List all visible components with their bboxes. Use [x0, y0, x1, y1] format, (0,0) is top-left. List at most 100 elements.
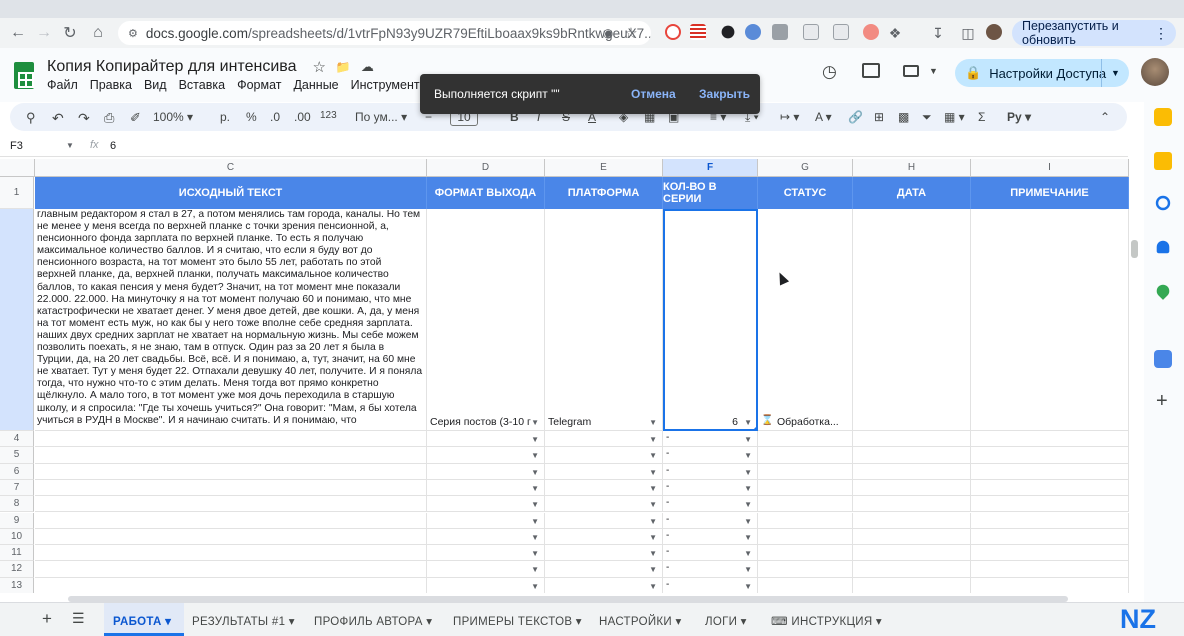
grid-cell[interactable]: ▼ [545, 447, 663, 464]
grid-cell[interactable] [35, 479, 427, 497]
grid-cell[interactable] [758, 447, 853, 464]
grid-cell[interactable] [758, 463, 853, 480]
collapse-toolbar-icon[interactable]: ⌃ [1100, 110, 1110, 124]
get-addons-plus-icon[interactable]: + [1156, 390, 1168, 413]
dropdown-icon[interactable]: ▼ [744, 484, 752, 493]
maps-icon[interactable] [1154, 282, 1172, 300]
grid-cell[interactable] [758, 577, 853, 593]
dropdown-icon[interactable]: ▼ [744, 582, 752, 591]
grid-cell[interactable] [758, 479, 853, 497]
row-num[interactable]: 6 [0, 463, 34, 480]
grid-cell[interactable] [35, 545, 427, 562]
number-format-button[interactable]: 123 [320, 110, 337, 121]
dropdown-icon[interactable]: ▼ [649, 468, 657, 477]
row-num[interactable]: 11 [0, 545, 34, 562]
sheet-tab-author-profile[interactable]: ПРОФИЛЬ АВТОРА ▾ [314, 614, 432, 628]
row-num[interactable]: 8 [0, 496, 34, 513]
paint-format-icon[interactable]: ✐ [130, 110, 141, 126]
increase-decimal-button[interactable]: .00 [294, 110, 311, 124]
dropdown-icon[interactable]: ▼ [744, 565, 752, 574]
dropdown-icon[interactable]: ▼ [531, 500, 539, 509]
reload-icon[interactable]: ↻ [60, 23, 80, 43]
dropdown-icon[interactable]: ▼ [649, 582, 657, 591]
header-source-text[interactable]: ИСХОДНЫЙ ТЕКСТ [35, 177, 427, 209]
col-header-c[interactable]: C [35, 159, 427, 177]
dropdown-icon[interactable]: ▼ [649, 484, 657, 493]
dropdown-icon[interactable]: ▼ [531, 484, 539, 493]
grid-cell[interactable] [853, 545, 971, 562]
forward-icon[interactable]: → [34, 23, 54, 43]
grid-cell[interactable]: - ▼ [663, 463, 758, 480]
grid-cell[interactable] [853, 528, 971, 546]
sidebar-toggle-icon[interactable]: ◫ [958, 23, 978, 43]
tasks-icon[interactable] [1155, 195, 1171, 211]
grid-cell[interactable] [971, 577, 1129, 593]
header-status[interactable]: СТАТУС [758, 177, 853, 209]
dropdown-icon[interactable]: ▼ [531, 451, 539, 460]
grid-cell[interactable]: ▼ [545, 545, 663, 562]
move-folder-icon[interactable]: 📁 [336, 60, 351, 74]
dropdown-icon[interactable]: ▼ [531, 565, 539, 574]
grid-cell[interactable] [971, 447, 1129, 464]
row-num[interactable]: 9 [0, 512, 34, 529]
dropdown-icon[interactable]: ▼ [744, 468, 752, 477]
percent-format-button[interactable]: % [246, 110, 257, 124]
insert-link-icon[interactable]: 🔗 [848, 110, 863, 124]
menu-edit[interactable]: Правка [90, 78, 132, 92]
header-output-format[interactable]: ФОРМАТ ВЫХОДА [427, 177, 545, 209]
header-platform[interactable]: ПЛАТФОРМА [545, 177, 663, 209]
header-date[interactable]: ДАТА [853, 177, 971, 209]
dropdown-icon[interactable]: ▼ [649, 451, 657, 460]
formula-input[interactable]: 6 [110, 140, 116, 152]
menu-format[interactable]: Формат [237, 78, 281, 92]
zoom-select[interactable]: 100% ▾ [153, 110, 193, 124]
menu-tools[interactable]: Инструменты [351, 78, 429, 92]
bookmark-star-icon[interactable]: ☆ [621, 23, 641, 43]
menu-data[interactable]: Данные [293, 78, 338, 92]
dropdown-icon[interactable]: ▼ [531, 468, 539, 477]
grid-cell[interactable] [971, 545, 1129, 562]
grid-cell[interactable] [35, 463, 427, 480]
sheet-tab-text-examples[interactable]: ПРИМЕРЫ ТЕКСТОВ ▾ [453, 614, 582, 628]
grid-cell[interactable] [35, 561, 427, 578]
grid-cell[interactable]: - ▼ [663, 479, 758, 497]
decrease-decimal-button[interactable]: .0 [270, 110, 280, 124]
dropdown-icon[interactable]: ▼ [744, 500, 752, 509]
sheet-tab-instruction[interactable]: ⌨ ИНСТРУКЦИЯ ▾ [771, 614, 882, 628]
header-note[interactable]: ПРИМЕЧАНИЕ [971, 177, 1129, 209]
comments-icon[interactable] [862, 63, 880, 78]
download-icon[interactable]: ↧ [928, 23, 948, 43]
col-header-i[interactable]: I [971, 159, 1129, 177]
name-box[interactable]: F3 [10, 140, 23, 152]
row-num[interactable]: 7 [0, 479, 34, 497]
share-button[interactable]: 🔒 Настройки Доступа ▼ [955, 59, 1129, 87]
sheet-tab-work[interactable]: РАБОТА ▾ [113, 614, 171, 628]
add-sheet-icon[interactable]: + [42, 609, 52, 629]
grid-cell[interactable]: ▼ [545, 577, 663, 593]
dropdown-icon[interactable]: ▼ [744, 451, 752, 460]
name-box-dropdown-icon[interactable]: ▼ [66, 141, 74, 150]
font-select[interactable]: По ум... ▾ [355, 110, 407, 124]
input-tools-icon[interactable]: Py ▾ [1007, 110, 1031, 124]
row-num[interactable]: 4 [0, 431, 34, 448]
cloud-status-icon[interactable]: ☁ [361, 59, 374, 75]
sheet-tab-results[interactable]: РЕЗУЛЬТАТЫ #1 ▾ [192, 614, 295, 628]
grid-cell[interactable]: - ▼ [663, 431, 758, 448]
grid-cell[interactable]: - ▼ [663, 496, 758, 513]
vertical-scrollbar[interactable] [1131, 240, 1138, 258]
all-sheets-icon[interactable]: ☰ [72, 610, 85, 627]
grid-cell[interactable] [853, 577, 971, 593]
grid-cell[interactable] [758, 545, 853, 562]
row-num[interactable]: 12 [0, 561, 34, 578]
cell-e3[interactable]: Telegram ▼ [545, 209, 663, 431]
grid-cell[interactable]: - ▼ [663, 577, 758, 593]
grid-cell[interactable] [758, 496, 853, 513]
extension-doc-icon[interactable] [803, 24, 819, 40]
addon-icon[interactable] [1154, 350, 1172, 368]
grid-cell[interactable]: ▼ [427, 545, 545, 562]
site-info-icon[interactable]: ⚙ [128, 27, 138, 40]
grid-cell[interactable] [971, 479, 1129, 497]
col-header-h[interactable]: H [853, 159, 971, 177]
calendar-icon[interactable] [1154, 108, 1172, 126]
more-vertical-icon[interactable]: ⋮ [1154, 25, 1168, 42]
